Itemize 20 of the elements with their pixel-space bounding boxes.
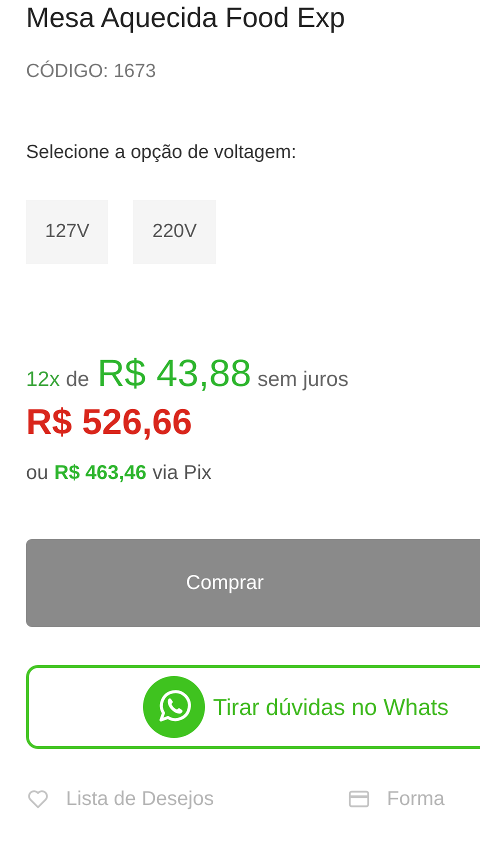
installment-joiner: de — [66, 367, 90, 393]
chat-bubble-icon — [143, 676, 205, 738]
product-price: R$ 526,66 — [26, 400, 194, 444]
product-title: Mesa Aquecida Food Exp — [26, 2, 346, 34]
installment-amount: R$ 43,88 — [97, 352, 252, 397]
pix-price: R$ 463,46 — [54, 461, 147, 486]
buy-button[interactable]: Comprar — [26, 539, 480, 627]
voltage-label: Selecione a opção de voltagem: — [26, 141, 298, 165]
product-code: CÓDIGO: 1673 — [26, 60, 157, 84]
wishlist-link[interactable]: Lista de Desejos — [66, 784, 214, 813]
installment-count: 12x — [26, 367, 60, 393]
pix-prefix: ou — [26, 461, 48, 486]
voltage-option[interactable]: 127V — [26, 200, 108, 264]
voltage-option[interactable]: 220V — [133, 200, 216, 264]
installment-note: sem juros — [257, 367, 348, 393]
payment-link[interactable]: Forma — [386, 784, 445, 813]
whatsapp-button[interactable]: Tirar dúvidas no Whats — [26, 665, 480, 749]
heart-icon — [26, 788, 50, 810]
pix-suffix: via Pix — [152, 461, 212, 486]
credit-card-icon — [346, 788, 371, 810]
